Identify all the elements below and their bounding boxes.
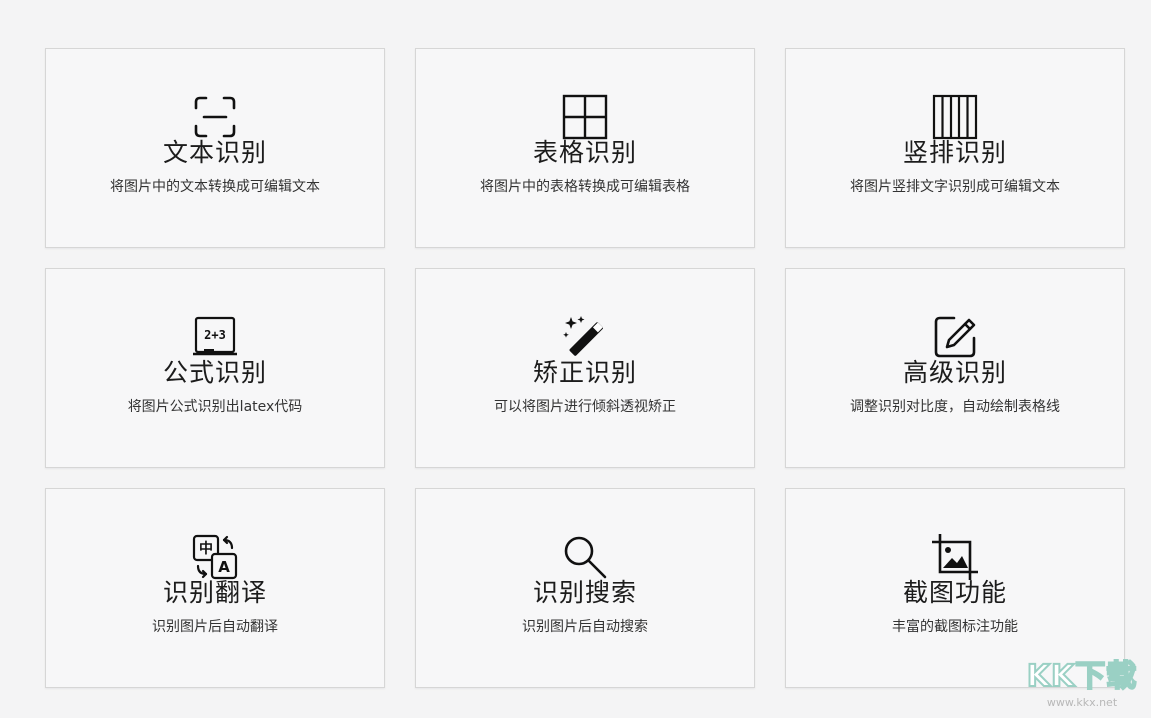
watermark-url: www.kkx.net — [1046, 696, 1118, 709]
watermark-logo: KK下载 — [1026, 658, 1138, 695]
text-scan-icon — [192, 94, 238, 140]
feature-description: 将图片中的文本转换成可编辑文本 — [110, 179, 320, 195]
search-icon — [562, 534, 608, 580]
feature-grid: 文本识别 将图片中的文本转换成可编辑文本 表格识别 将图片中的表格转换成可编辑表… — [45, 48, 1125, 688]
feature-title: 截图功能 — [902, 578, 1007, 607]
feature-card-correction-recognition[interactable]: 矫正识别 可以将图片进行倾斜透视矫正 — [415, 268, 755, 468]
crop-image-icon — [932, 534, 978, 580]
feature-card-recognition-translation[interactable]: 中 A 识别翻译 识别图片后自动翻译 — [45, 488, 385, 688]
translate-icon: 中 A — [192, 534, 238, 580]
magic-wand-icon — [562, 314, 608, 360]
table-grid-icon — [562, 94, 608, 140]
feature-card-formula-recognition[interactable]: 2+3 公式识别 将图片公式识别出latex代码 — [45, 268, 385, 468]
formula-board-icon: 2+3 — [192, 314, 238, 360]
feature-card-text-recognition[interactable]: 文本识别 将图片中的文本转换成可编辑文本 — [45, 48, 385, 248]
feature-card-advanced-recognition[interactable]: 高级识别 调整识别对比度，自动绘制表格线 — [785, 268, 1125, 468]
translate-icon-target-text: A — [218, 558, 230, 576]
feature-description: 识别图片后自动翻译 — [152, 619, 278, 635]
feature-description: 将图片竖排文字识别成可编辑文本 — [850, 179, 1060, 195]
feature-card-table-recognition[interactable]: 表格识别 将图片中的表格转换成可编辑表格 — [415, 48, 755, 248]
feature-card-vertical-recognition[interactable]: 竖排识别 将图片竖排文字识别成可编辑文本 — [785, 48, 1125, 248]
site-watermark: KK下载 www.kkx.net — [1021, 658, 1143, 716]
feature-description: 识别图片后自动搜索 — [522, 619, 648, 635]
feature-title: 识别翻译 — [162, 578, 267, 607]
feature-title: 表格识别 — [532, 138, 637, 167]
edit-pencil-icon — [932, 314, 978, 360]
feature-title: 矫正识别 — [532, 358, 637, 387]
feature-description: 可以将图片进行倾斜透视矫正 — [494, 399, 676, 415]
translate-icon-source-text: 中 — [199, 540, 213, 557]
feature-description: 丰富的截图标注功能 — [892, 619, 1018, 635]
feature-title: 文本识别 — [162, 138, 267, 167]
feature-description: 将图片中的表格转换成可编辑表格 — [480, 179, 690, 195]
feature-card-recognition-search[interactable]: 识别搜索 识别图片后自动搜索 — [415, 488, 755, 688]
feature-description: 调整识别对比度，自动绘制表格线 — [850, 399, 1060, 415]
feature-title: 高级识别 — [902, 358, 1007, 387]
feature-title: 竖排识别 — [902, 138, 1007, 167]
vertical-columns-icon — [932, 94, 978, 140]
feature-description: 将图片公式识别出latex代码 — [127, 399, 303, 415]
formula-icon-text: 2+3 — [204, 328, 226, 342]
feature-title: 识别搜索 — [532, 578, 637, 607]
feature-title: 公式识别 — [162, 358, 267, 387]
